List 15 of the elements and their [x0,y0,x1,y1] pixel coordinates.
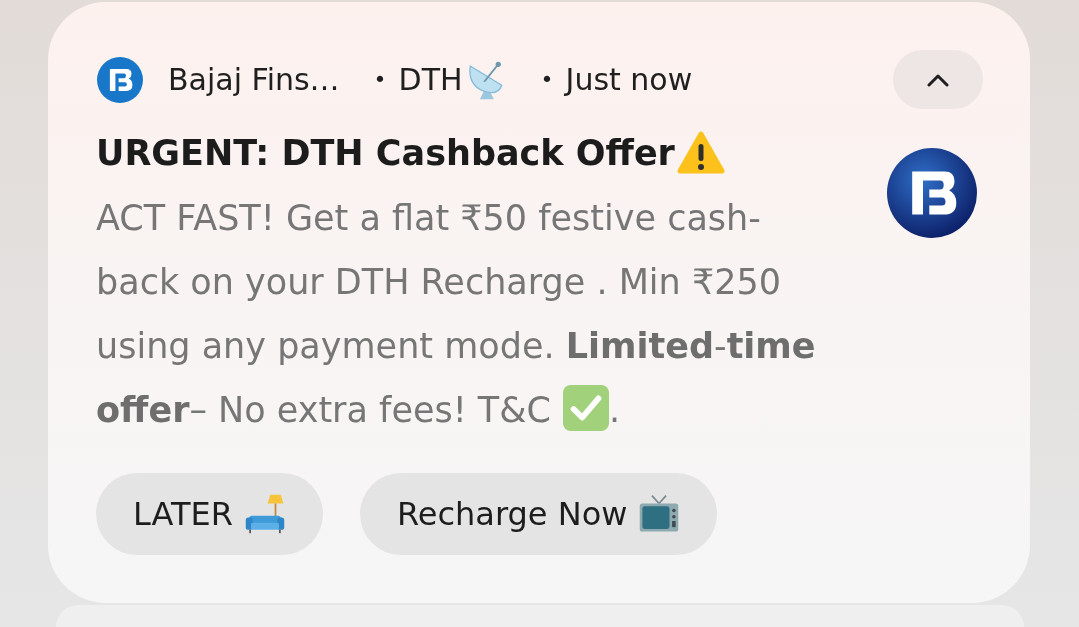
sofa-lamp-icon [243,493,286,535]
separator-dot: • [540,65,554,94]
message-text: ACT FAST! Get a flat ₹50 festive cash-back on your DTH Recharge . Min ₹250 using any payment mode. Limited-time offer– No extra fees! T&C . [96,197,817,433]
brand-logo-icon [887,148,977,238]
warning-icon [676,130,725,176]
television-icon [638,493,681,535]
check-mark-icon [562,385,609,431]
channel-text: DTH [398,60,463,99]
separator-dot: • [373,65,387,94]
timestamp-text: Just now [565,60,693,99]
app-name: Bajaj Fins… [168,60,340,99]
recharge-button[interactable]: Recharge Now [359,473,718,555]
app-logo-icon [97,56,143,103]
later-button[interactable]: LATER [96,473,323,555]
notification-title: URGENT: DTH Cashback Offer [96,132,675,175]
